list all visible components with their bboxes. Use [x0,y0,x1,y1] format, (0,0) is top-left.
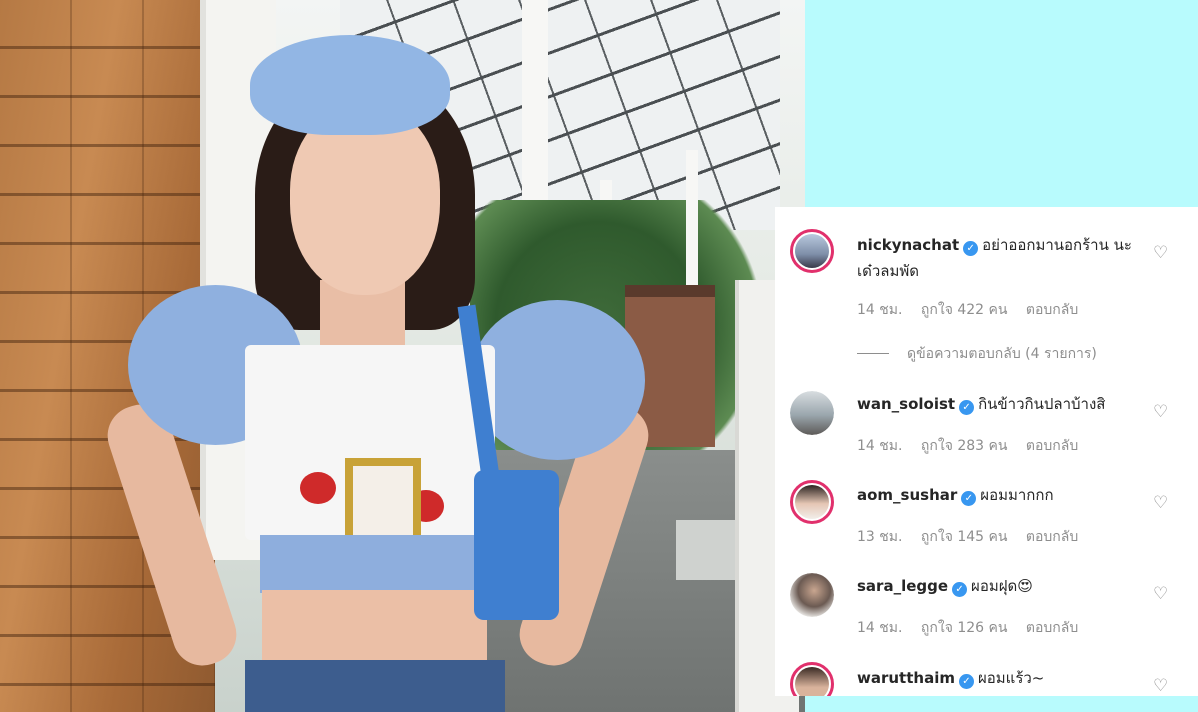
username[interactable]: wan_soloist [857,395,955,413]
username[interactable]: aom_sushar [857,486,957,504]
replies-divider [857,353,889,354]
username[interactable]: nickynachat [857,236,959,254]
comment-text: ผอมแร้ว~ [977,669,1045,687]
like-count[interactable]: ถูกใจ 126 คน [921,620,1008,636]
blue-waistband [260,535,485,593]
heart-eyes-emoji: 😍 [1017,577,1033,595]
comment-text: กินข้าวกินปลาบ้างสิ [978,395,1106,413]
avatar-image [795,234,829,268]
verified-badge-icon: ✓ [952,582,968,597]
avatar-image [790,573,834,617]
comment-body: sara_legge ✓ ผอมฝุด😍 [857,573,1147,599]
comment-body: warutthaim ✓ ผอมแร้ว~ [857,665,1147,691]
comment-meta: 14 ชม. ถูกใจ 126 คน ตอบกลับ [857,617,1092,639]
like-count[interactable]: ถูกใจ 283 คน [921,438,1008,454]
post-photo [0,0,805,712]
reply-button[interactable]: ตอบกลับ [1026,529,1078,545]
comment-meta: 14 ชม. ถูกใจ 283 คน ตอบกลับ [857,435,1092,457]
reply-button[interactable]: ตอบกลับ [1026,620,1078,636]
comment-time: 14 ชม. [857,438,903,454]
comments-panel: nickynachat ✓ อย่าออกมานอกร้าน นะ เด๋วลมพั… [775,207,1198,696]
avatar[interactable] [790,229,834,273]
like-count[interactable]: ถูกใจ 422 คน [921,302,1008,318]
avatar[interactable] [790,573,834,617]
comment-text: ผอมฝุด [971,577,1018,595]
blue-handbag [474,470,559,620]
like-count[interactable]: ถูกใจ 145 คน [921,529,1008,545]
avatar-image [795,485,829,519]
verified-badge-icon: ✓ [959,400,975,415]
blue-beret [250,35,450,135]
reply-button[interactable]: ตอบกลับ [1026,438,1078,454]
username[interactable]: sara_legge [857,577,948,595]
view-replies-label: ดูข้อความตอบกลับ (4 รายการ) [907,346,1097,362]
verified-badge-icon: ✓ [958,674,974,689]
jeans [245,660,505,712]
embroidered-flower [300,472,336,504]
right-puff-sleeve [470,300,645,460]
comment-body: wan_soloist ✓ กินข้าวกินปลาบ้างสิ [857,391,1147,417]
heart-icon[interactable]: ♡ [1153,585,1171,603]
avatar-image [790,391,834,435]
comment-body: nickynachat ✓ อย่าออกมานอกร้าน นะ เด๋วลมพั… [857,232,1147,284]
heart-icon[interactable]: ♡ [1153,677,1171,695]
comment-body: aom_sushar ✓ ผอมมากกก [857,482,1147,508]
comment-time: 13 ชม. [857,529,903,545]
comment-time: 14 ชม. [857,620,903,636]
comment-time: 14 ชม. [857,302,903,318]
avatar[interactable] [790,480,834,524]
comment-text: ผอมมากกก [980,486,1054,504]
avatar[interactable] [790,662,834,696]
avatar-image [795,667,829,696]
verified-badge-icon: ✓ [963,241,979,256]
comment-meta: 13 ชม. ถูกใจ 145 คน ตอบกลับ [857,526,1092,548]
comment-meta: 14 ชม. ถูกใจ 422 คน ตอบกลับ [857,299,1092,321]
username[interactable]: warutthaim [857,669,955,687]
avatar[interactable] [790,391,834,435]
bench [676,520,736,580]
heart-icon[interactable]: ♡ [1153,244,1171,262]
view-replies-button[interactable]: ดูข้อความตอบกลับ (4 รายการ) [857,343,1097,365]
heart-icon[interactable]: ♡ [1153,403,1171,421]
verified-badge-icon: ✓ [961,491,977,506]
heart-icon[interactable]: ♡ [1153,494,1171,512]
reply-button[interactable]: ตอบกลับ [1026,302,1078,318]
